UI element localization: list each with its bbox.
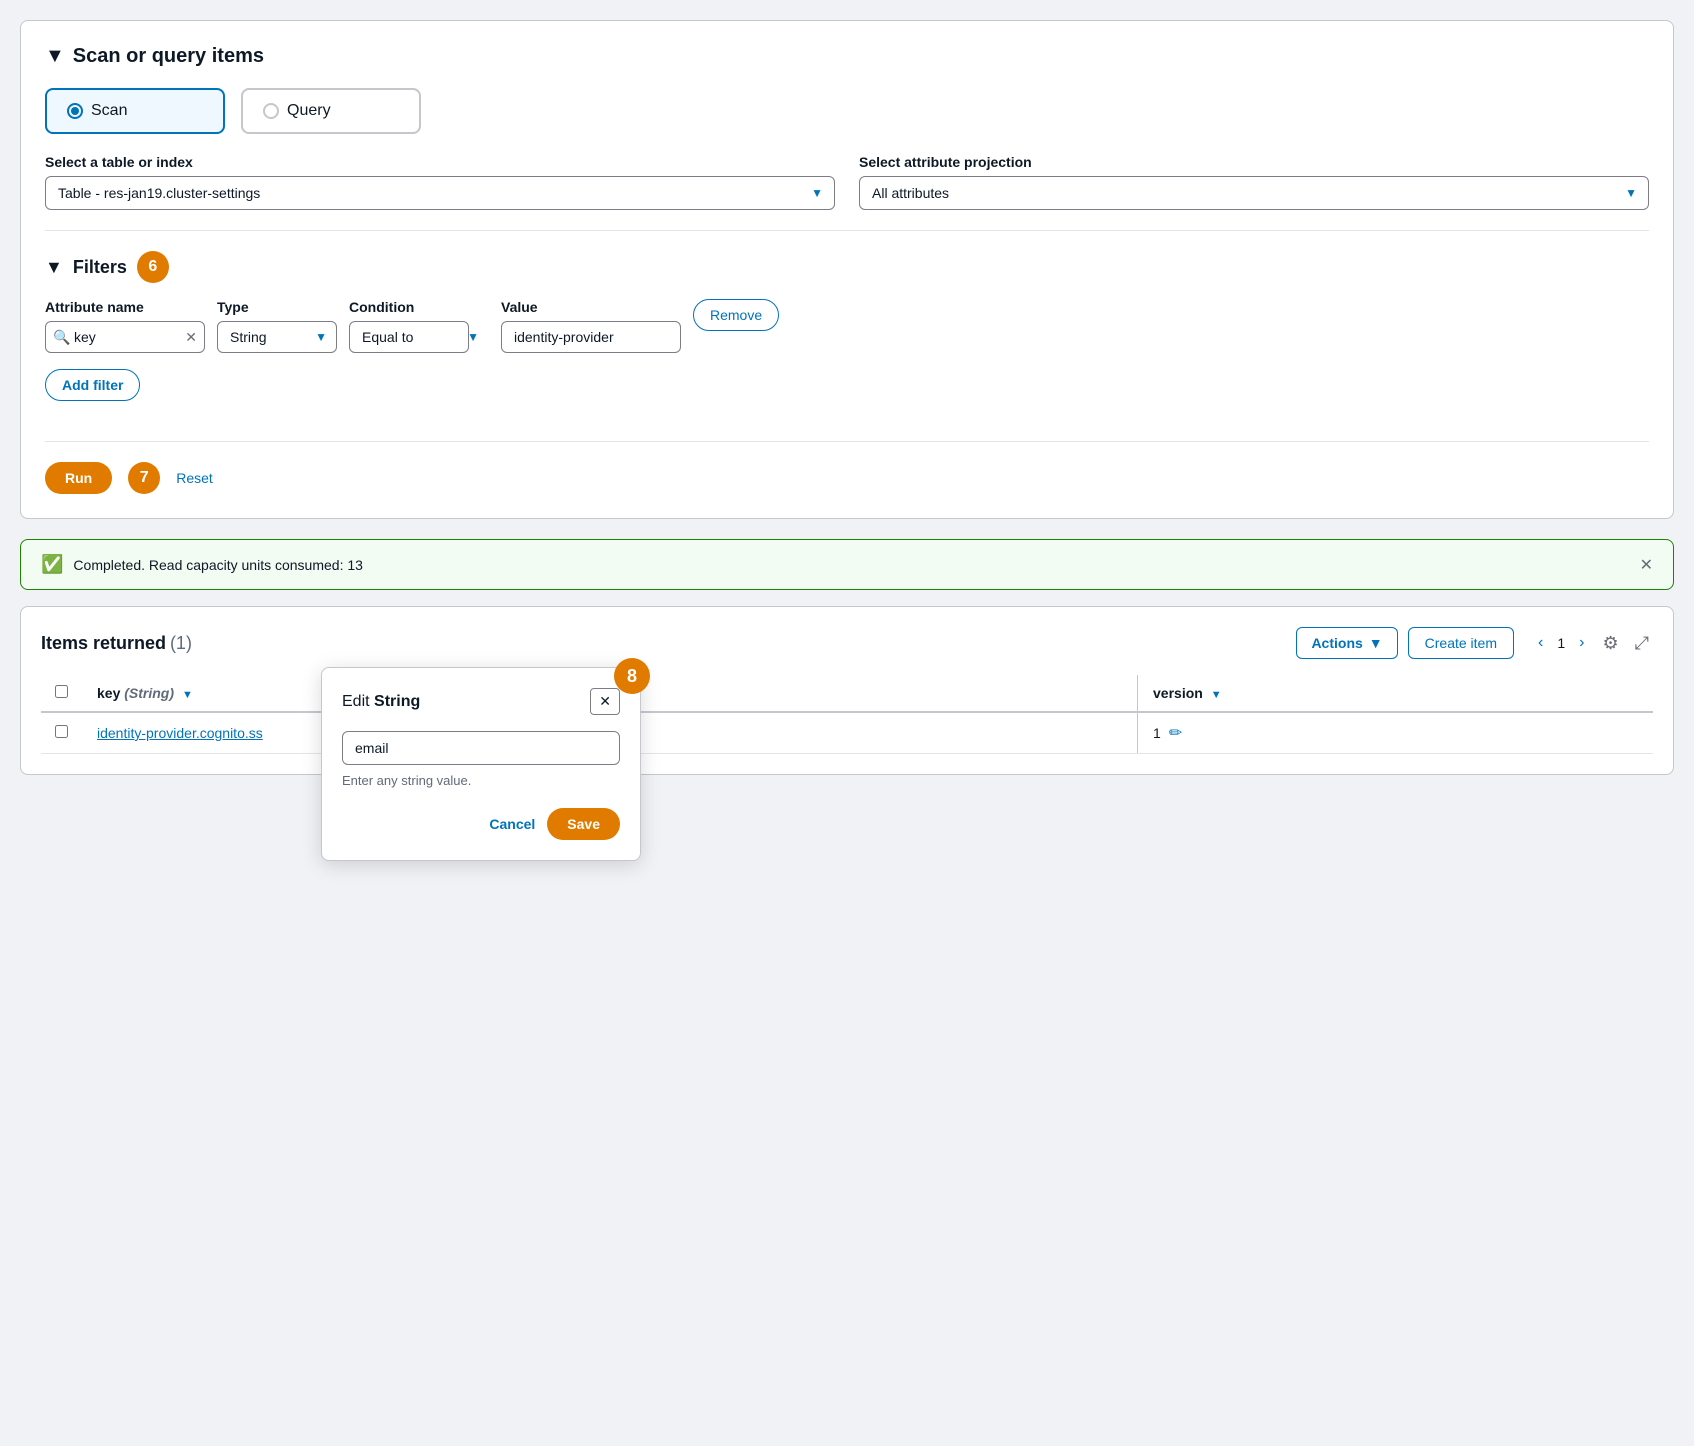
items-header: Items returned (1) Actions ▼ Create item… (41, 627, 1653, 659)
filters-title: Filters (73, 257, 127, 278)
table-label: Select a table or index (45, 154, 835, 170)
step-8-badge: 8 (614, 658, 650, 694)
radio-group: Scan Query (45, 88, 1649, 134)
search-icon: 🔍 (53, 329, 70, 346)
modal-actions: Cancel Save (342, 808, 620, 840)
divider-1 (45, 230, 1649, 231)
query-radio[interactable]: Query (241, 88, 421, 134)
form-row: Select a table or index Table - res-jan1… (45, 154, 1649, 210)
modal-header: Edit String ✕ (342, 688, 620, 715)
modal-close-button[interactable]: ✕ (590, 688, 620, 715)
table-row: identity-provider.cognito.ss 1 ✏ (41, 712, 1653, 754)
next-page-button[interactable]: › (1573, 632, 1590, 654)
condition-select-wrapper: Equal to ▼ (349, 321, 489, 353)
select-all-checkbox[interactable] (55, 685, 68, 698)
clear-icon[interactable]: ✕ (185, 329, 197, 346)
chevron-down-icon: ▼ (45, 45, 65, 68)
key-value-link[interactable]: identity-provider.cognito.ss (97, 725, 263, 741)
scan-radio-label: Scan (91, 102, 127, 120)
projection-label: Select attribute projection (859, 154, 1649, 170)
close-banner-button[interactable]: ✕ (1640, 555, 1653, 575)
success-check-icon: ✅ (41, 554, 63, 575)
items-title-group: Items returned (1) (41, 633, 192, 654)
step-7-badge: 7 (128, 462, 160, 494)
row-checkbox[interactable] (55, 725, 68, 738)
modal-box: 8 Edit String ✕ Enter any string value. … (321, 667, 641, 861)
edit-string-modal: 8 Edit String ✕ Enter any string value. … (321, 667, 641, 861)
section-title: Scan or query items (73, 45, 264, 68)
filters-badge: 6 (137, 251, 169, 283)
success-content: ✅ Completed. Read capacity units consume… (41, 554, 363, 575)
remove-filter-button[interactable]: Remove (693, 299, 779, 331)
condition-select[interactable]: Equal to (349, 321, 469, 353)
condition-col-label: Condition (349, 299, 489, 315)
type-select[interactable]: String (217, 321, 337, 353)
run-reset-row: Run 7 Reset (45, 462, 1649, 494)
projection-select-wrapper: All attributes ▼ (859, 176, 1649, 210)
select-all-checkbox-header[interactable] (41, 675, 81, 712)
expand-icon-button[interactable]: ⤢ (1631, 631, 1653, 656)
items-panel: Items returned (1) Actions ▼ Create item… (20, 606, 1674, 775)
settings-icon-button[interactable]: ⚙ (1598, 631, 1622, 656)
attribute-name-col-label: Attribute name (45, 299, 205, 315)
value-input[interactable] (501, 321, 681, 353)
modal-cancel-button[interactable]: Cancel (489, 816, 535, 832)
actions-dropdown-icon: ▼ (1369, 635, 1383, 651)
version-cell: 1 ✏ (1141, 712, 1653, 754)
table-select-wrapper: Table - res-jan19.cluster-settings ▼ (45, 176, 835, 210)
key-sort-icon[interactable]: ▼ (182, 689, 193, 701)
actions-button-label: Actions (1311, 635, 1362, 651)
type-col-label: Type (217, 299, 337, 315)
divider-2 (45, 441, 1649, 442)
filter-row-headers: Attribute name 🔍 ✕ Type String ▼ Conditi… (45, 299, 1649, 353)
pagination-row: ‹ 1 › ⚙ ⤢ (1532, 631, 1653, 656)
create-item-button[interactable]: Create item (1408, 627, 1514, 659)
items-count: (1) (170, 633, 192, 653)
items-controls: Actions ▼ Create item ‹ 1 › ⚙ ⤢ (1296, 627, 1653, 659)
add-filter-button[interactable]: Add filter (45, 369, 140, 401)
filters-header: ▼ Filters 6 (45, 251, 1649, 283)
table-container: key (String) ▼ version ▼ (41, 675, 1653, 754)
table-select-group: Select a table or index Table - res-jan1… (45, 154, 835, 210)
reset-button[interactable]: Reset (176, 470, 213, 486)
items-title: Items returned (41, 633, 166, 653)
scan-radio-dot (67, 103, 83, 119)
prev-page-button[interactable]: ‹ (1532, 632, 1549, 654)
query-radio-label: Query (287, 102, 331, 120)
modal-hint: Enter any string value. (342, 773, 620, 788)
version-column-header: version ▼ (1141, 675, 1653, 712)
modal-title-type: String (374, 693, 420, 710)
success-banner: ✅ Completed. Read capacity units consume… (20, 539, 1674, 590)
modal-title-prefix: Edit (342, 693, 374, 710)
success-text: Completed. Read capacity units consumed:… (73, 557, 363, 573)
row-checkbox-cell[interactable] (41, 712, 81, 754)
filters-chevron-icon: ▼ (45, 257, 63, 278)
modal-title: Edit String (342, 693, 420, 711)
modal-string-input[interactable] (342, 731, 620, 765)
value-col-label: Value (501, 299, 681, 315)
page-number: 1 (1557, 635, 1565, 651)
scan-query-panel: ▼ Scan or query items Scan Query Select … (20, 20, 1674, 519)
attribute-name-input-wrapper: 🔍 ✕ (45, 321, 205, 353)
run-button[interactable]: Run (45, 462, 112, 494)
type-select-wrapper: String ▼ (217, 321, 337, 353)
edit-icon[interactable]: ✏ (1169, 723, 1182, 743)
section-header: ▼ Scan or query items (45, 45, 1649, 68)
actions-button[interactable]: Actions ▼ (1296, 627, 1397, 659)
version-value: 1 (1153, 725, 1161, 741)
table-select[interactable]: Table - res-jan19.cluster-settings (45, 176, 835, 210)
items-table: key (String) ▼ version ▼ (41, 675, 1653, 754)
modal-save-button[interactable]: Save (547, 808, 620, 840)
scan-radio-dot-inner (71, 107, 79, 115)
query-radio-dot (263, 103, 279, 119)
version-sort-icon[interactable]: ▼ (1211, 689, 1222, 701)
projection-select[interactable]: All attributes (859, 176, 1649, 210)
projection-select-group: Select attribute projection All attribut… (859, 154, 1649, 210)
scan-radio[interactable]: Scan (45, 88, 225, 134)
